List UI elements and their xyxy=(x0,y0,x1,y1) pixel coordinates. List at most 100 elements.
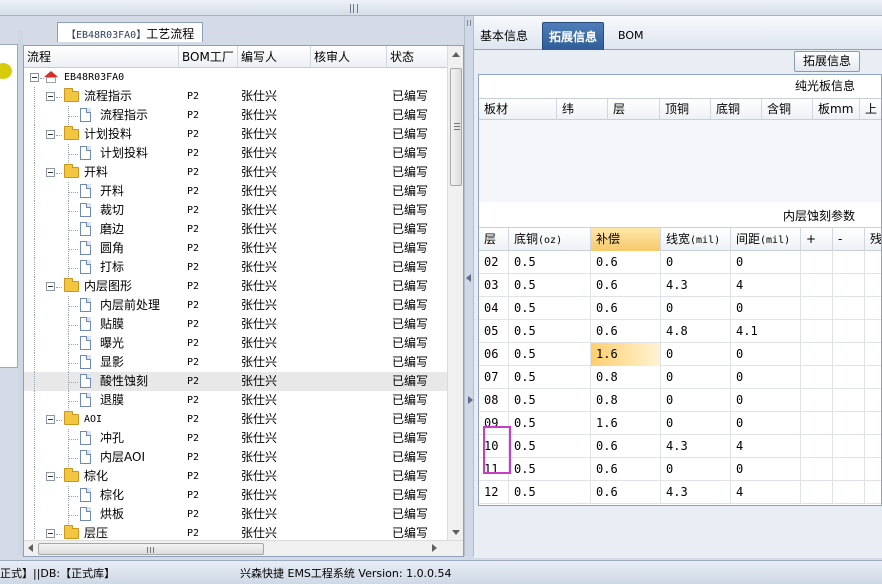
etch-table-cell[interactable]: 0.5 xyxy=(509,320,591,343)
etch-table-cell[interactable]: 4.3 xyxy=(661,435,731,458)
tree-node[interactable]: 酸性蚀刻 xyxy=(24,372,179,391)
etch-table-cell[interactable] xyxy=(865,435,881,458)
etch-table-cell[interactable] xyxy=(833,412,865,435)
etch-table-cell[interactable]: 0.5 xyxy=(509,366,591,389)
etch-table-cell[interactable] xyxy=(833,366,865,389)
etch-table-row[interactable]: 04 0.5 0.6 0 0 xyxy=(479,297,881,320)
expand-collapse-icon[interactable] xyxy=(30,73,39,82)
scroll-left-arrow-icon[interactable] xyxy=(28,544,33,552)
etch-table-cell[interactable]: 11 xyxy=(479,458,509,481)
etch-table-cell[interactable]: 06 xyxy=(479,343,509,366)
etch-table-cell[interactable] xyxy=(833,320,865,343)
etch-table-cell[interactable]: 0.5 xyxy=(509,481,591,504)
tree-node[interactable]: 流程指示 xyxy=(24,87,179,106)
tree-node[interactable]: 开料 xyxy=(24,163,179,182)
etch-table-cell[interactable]: 12 xyxy=(479,481,509,504)
tree-folder-row[interactable]: 流程指示 P2 张仕兴 已编写 xyxy=(24,87,448,106)
column-header-status[interactable]: 状态 xyxy=(387,46,448,68)
tree-vertical-scrollbar[interactable] xyxy=(447,46,463,541)
tree-item-row[interactable]: 内层AOI P2 张仕兴 已编写 xyxy=(24,448,448,467)
etch-table-cell[interactable] xyxy=(865,412,881,435)
etch-table-row[interactable]: 11 0.5 0.6 0 0 xyxy=(479,458,881,481)
etch-table-cell[interactable] xyxy=(865,481,881,504)
tree-item-row[interactable]: 磨边 P2 张仕兴 已编写 xyxy=(24,220,448,239)
etch-table-cell[interactable] xyxy=(801,297,833,320)
etch-table-cell[interactable] xyxy=(865,320,881,343)
etch-table-cell[interactable] xyxy=(801,251,833,274)
etch-table-cell[interactable]: 1.6 xyxy=(591,343,661,366)
tree-node[interactable]: 圆角 xyxy=(24,239,179,258)
tree-item-row[interactable]: 计划投料 P2 张仕兴 已编写 xyxy=(24,144,448,163)
etch-table-cell[interactable]: 0.5 xyxy=(509,343,591,366)
etch-table-cell[interactable] xyxy=(833,343,865,366)
etch-table-cell[interactable]: 0.8 xyxy=(591,366,661,389)
tree-node[interactable]: 内层前处理 xyxy=(24,296,179,315)
column-header-board[interactable]: 板材 xyxy=(479,99,557,120)
etch-table-cell[interactable]: 0.5 xyxy=(509,458,591,481)
column-header-layer[interactable]: 层 xyxy=(608,99,660,120)
etch-column-header[interactable]: 线宽(mil) xyxy=(661,228,731,251)
tree-vertical-scroll-thumb[interactable] xyxy=(450,68,462,186)
etch-table-row[interactable]: 02 0.5 0.6 0 0 xyxy=(479,251,881,274)
tree-folder-row[interactable]: 计划投料 P2 张仕兴 已编写 xyxy=(24,125,448,144)
tab-bom[interactable]: BOM xyxy=(612,22,650,50)
expand-collapse-icon[interactable] xyxy=(46,168,55,177)
etch-table-cell[interactable]: 0.6 xyxy=(591,297,661,320)
collapse-left-arrow-icon[interactable] xyxy=(466,274,471,282)
etch-table-cell[interactable] xyxy=(833,389,865,412)
tree-node[interactable]: 冲孔 xyxy=(24,429,179,448)
etch-table-row[interactable]: 06 0.5 1.6 0 0 xyxy=(479,343,881,366)
tree-item-row[interactable]: 裁切 P2 张仕兴 已编写 xyxy=(24,201,448,220)
etch-table-cell[interactable] xyxy=(833,297,865,320)
etch-table-cell[interactable]: 0 xyxy=(731,412,801,435)
etch-table-cell[interactable]: 0.5 xyxy=(509,297,591,320)
tree-folder-row[interactable]: 开料 P2 张仕兴 已编写 xyxy=(24,163,448,182)
etch-table-cell[interactable]: 0.5 xyxy=(509,274,591,297)
etch-table-cell[interactable] xyxy=(801,458,833,481)
etch-table-cell[interactable]: 07 xyxy=(479,366,509,389)
tree-node[interactable]: 曝光 xyxy=(24,334,179,353)
expand-collapse-icon[interactable] xyxy=(46,130,55,139)
etch-table-cell[interactable]: 4 xyxy=(731,435,801,458)
tree-node[interactable]: 计划投料 xyxy=(24,144,179,163)
tree-node[interactable]: 内层AOI xyxy=(24,448,179,467)
etch-table-cell[interactable] xyxy=(865,366,881,389)
etch-table-cell[interactable] xyxy=(865,297,881,320)
tree-item-row[interactable]: 曝光 P2 张仕兴 已编写 xyxy=(24,334,448,353)
tree-node[interactable]: 贴膜 xyxy=(24,315,179,334)
tree-folder-row[interactable]: 内层图形 P2 张仕兴 已编写 xyxy=(24,277,448,296)
etch-table-cell[interactable] xyxy=(865,458,881,481)
tree-horizontal-scroll-thumb[interactable] xyxy=(38,543,264,555)
column-header-board-mm[interactable]: 板mm xyxy=(813,99,860,120)
column-header-bottom-copper[interactable]: 底铜 xyxy=(711,99,762,120)
etch-table-cell[interactable] xyxy=(833,458,865,481)
etch-table-cell[interactable]: 4.8 xyxy=(661,320,731,343)
etch-table-cell[interactable]: 0.5 xyxy=(509,435,591,458)
tree-item-row[interactable]: 退膜 P2 张仕兴 已编写 xyxy=(24,391,448,410)
etch-column-header[interactable]: + xyxy=(801,228,833,251)
tree-item-row[interactable]: 冲孔 P2 张仕兴 已编写 xyxy=(24,429,448,448)
etch-table-row[interactable]: 07 0.5 0.8 0 0 xyxy=(479,366,881,389)
column-header-reviewer[interactable]: 核审人 xyxy=(311,46,387,68)
etch-table-cell[interactable]: 0 xyxy=(661,389,731,412)
tree-folder-row[interactable]: AOI P2 张仕兴 已编写 xyxy=(24,410,448,429)
etch-table-cell[interactable] xyxy=(801,389,833,412)
tree-item-row[interactable]: 打标 P2 张仕兴 已编写 xyxy=(24,258,448,277)
column-header-top-copper[interactable]: 顶铜 xyxy=(660,99,711,120)
etch-table-cell[interactable]: 0.6 xyxy=(591,274,661,297)
etch-table-cell[interactable]: 08 xyxy=(479,389,509,412)
etch-table-cell[interactable]: 0.5 xyxy=(509,251,591,274)
etch-table-cell[interactable] xyxy=(801,435,833,458)
column-header-upper[interactable]: 上 xyxy=(860,99,881,120)
tree-node[interactable]: 显影 xyxy=(24,353,179,372)
etch-table-cell[interactable] xyxy=(801,320,833,343)
etch-table-cell[interactable]: 10 xyxy=(479,435,509,458)
etch-table-cell[interactable]: 0.6 xyxy=(591,251,661,274)
etch-table-cell[interactable] xyxy=(865,343,881,366)
tree-item-row[interactable]: 贴膜 P2 张仕兴 已编写 xyxy=(24,315,448,334)
tree-node[interactable]: 退膜 xyxy=(24,391,179,410)
etch-table-cell[interactable] xyxy=(833,274,865,297)
tree-node[interactable]: AOI xyxy=(24,410,179,429)
etch-table-cell[interactable] xyxy=(801,274,833,297)
etch-column-header[interactable]: 残铜 xyxy=(865,228,881,251)
